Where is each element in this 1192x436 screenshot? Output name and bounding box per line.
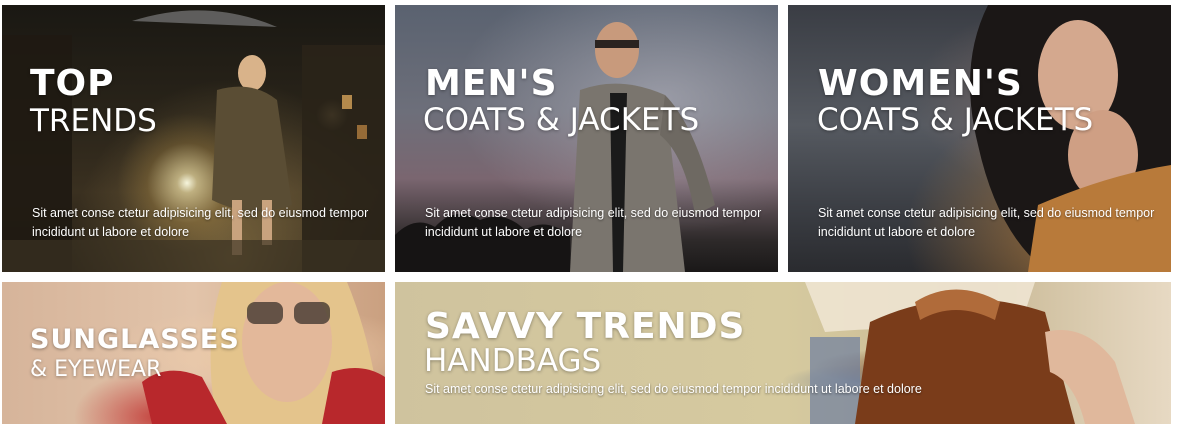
tile-title: WOMEN'S xyxy=(818,63,1023,104)
tile-title: MEN'S xyxy=(425,63,558,104)
tile-subtitle: TRENDS xyxy=(30,103,157,139)
tile-subtitle: COATS & JACKETS xyxy=(423,102,700,138)
promo-tile-top-trends[interactable]: TOP TRENDS Sit amet conse ctetur adipisi… xyxy=(2,5,385,272)
tile-title: SUNGLASSES xyxy=(30,324,240,355)
tile-description: Sit amet conse ctetur adipisicing elit, … xyxy=(425,206,762,239)
promo-tile-sunglasses[interactable]: SUNGLASSES & EYEWEAR xyxy=(2,282,385,424)
tile-subtitle: HANDBAGS xyxy=(424,343,602,379)
tile-description: Sit amet conse ctetur adipisicing elit, … xyxy=(32,206,369,239)
promo-tile-handbags[interactable]: SAVVY TRENDS HANDBAGS Sit amet conse cte… xyxy=(395,282,1171,424)
tile-subtitle: & EYEWEAR xyxy=(30,357,162,382)
tile-title: SAVVY TRENDS xyxy=(425,306,746,347)
promo-tile-womens-coats[interactable]: WOMEN'S COATS & JACKETS Sit amet conse c… xyxy=(788,5,1171,272)
tile-subtitle: COATS & JACKETS xyxy=(817,102,1094,138)
tile-description: Sit amet conse ctetur adipisicing elit, … xyxy=(425,382,922,396)
promo-tile-mens-coats[interactable]: MEN'S COATS & JACKETS Sit amet conse cte… xyxy=(395,5,778,272)
tile-title: TOP xyxy=(30,63,115,104)
tile-description: Sit amet conse ctetur adipisicing elit, … xyxy=(818,206,1155,239)
